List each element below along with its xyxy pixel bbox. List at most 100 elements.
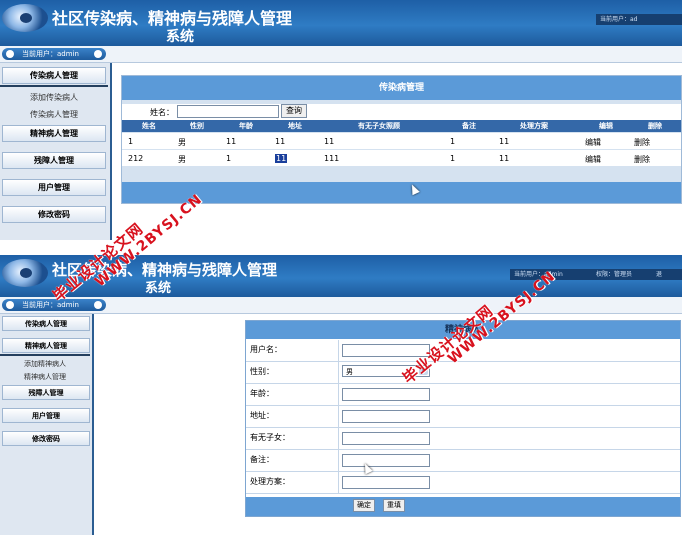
- sidebar-sub-manage-mental[interactable]: 精神病人管理: [0, 371, 90, 383]
- table-cell: 212: [128, 154, 144, 163]
- column-header: 姓名: [142, 122, 156, 130]
- app-title-line2: 系统: [145, 281, 172, 296]
- plan-field[interactable]: [342, 476, 430, 489]
- edit-link[interactable]: 编辑: [585, 154, 601, 165]
- divider: [338, 340, 339, 361]
- divider: [338, 362, 339, 383]
- table-caption: 传染病管理: [122, 76, 681, 100]
- sidebar-item-infectious[interactable]: 传染病人管理: [2, 67, 106, 84]
- column-header: 编辑: [599, 122, 613, 130]
- table-cell: 11: [275, 137, 286, 146]
- infectious-table-panel: 传染病管理 姓名： 查询 姓名 性别 年龄 地址 有无子女照顾 备注 处理方案 …: [121, 75, 682, 204]
- sidebar-item-mental[interactable]: 精神病人管理: [2, 125, 106, 142]
- remark-field[interactable]: [342, 454, 430, 467]
- divider: [338, 428, 339, 449]
- column-header: 性别: [190, 122, 204, 130]
- column-header: 地址: [288, 122, 302, 130]
- form-row: 地址：: [246, 406, 680, 428]
- sidebar-item-mental[interactable]: 精神病人管理: [2, 338, 90, 353]
- user-bar: 当前用户：admin: [0, 297, 682, 314]
- home-icon: [6, 301, 14, 309]
- divider: [338, 472, 339, 493]
- table-cell: 1: [128, 137, 134, 146]
- table-header: 姓名 性别 年龄 地址 有无子女照顾 备注 处理方案 编辑 删除: [122, 120, 681, 132]
- permission-tag: 权限：管理员: [592, 269, 654, 280]
- column-header: 处理方案: [520, 122, 548, 130]
- sidebar-item-users[interactable]: 用户管理: [2, 408, 90, 423]
- column-header: 删除: [648, 122, 662, 130]
- sidebar-item-infectious[interactable]: 传染病人管理: [2, 316, 90, 331]
- app-title-line2: 系统: [166, 29, 194, 45]
- children-field[interactable]: [342, 432, 430, 445]
- reset-button[interactable]: 重填: [383, 499, 405, 512]
- table-cell: 11: [226, 137, 237, 146]
- username-label: 用户名：: [250, 345, 282, 354]
- refresh-icon: [94, 50, 102, 58]
- table-cell: 11: [499, 137, 510, 146]
- divider: [0, 85, 108, 87]
- gender-label: 性别：: [250, 367, 274, 376]
- table-cell: 11: [499, 154, 510, 163]
- divider: [338, 406, 339, 427]
- table-cell: 1: [226, 154, 232, 163]
- sidebar-sub-add-infectious[interactable]: 添加传染病人: [0, 91, 108, 105]
- table-cell: 1: [450, 137, 456, 146]
- logo-icon: [2, 259, 48, 287]
- search-button[interactable]: 查询: [281, 104, 307, 118]
- gender-value: 男: [346, 368, 353, 376]
- remark-label: 备注：: [250, 455, 274, 464]
- user-label: 当前用户：admin: [22, 301, 79, 309]
- screenshot-panel-1: 社区传染病、精神病与残障人管理 系统 当前用户：ad 当前用户：admin 传染…: [0, 0, 682, 240]
- user-tab: 当前用户：admin: [2, 48, 106, 60]
- table-row: 1 男 11 11 11 1 11 编辑 删除: [122, 133, 681, 149]
- form-row: 处理方案：: [246, 472, 680, 494]
- sidebar-item-users[interactable]: 用户管理: [2, 179, 106, 196]
- sidebar: 传染病人管理 精神病人管理 添加精神病人 精神病人管理 残障人管理 用户管理 修…: [0, 314, 94, 535]
- logo-icon: [2, 4, 48, 32]
- sidebar-item-disabled[interactable]: 残障人管理: [2, 385, 90, 400]
- divider: [338, 450, 339, 471]
- header-banner: 社区传染病、精神病与残障人管理 系统 当前用户：ad: [0, 0, 682, 46]
- divider: [0, 354, 90, 356]
- divider: [338, 384, 339, 405]
- address-label: 地址：: [250, 411, 274, 420]
- age-field[interactable]: [342, 388, 430, 401]
- form-row: 性别： 男 ▼: [246, 362, 680, 384]
- column-header: 有无子女照顾: [358, 122, 400, 130]
- plan-label: 处理方案：: [250, 477, 290, 486]
- form-footer: 确定 重填: [246, 497, 680, 516]
- table-cell: 男: [178, 155, 186, 164]
- search-input[interactable]: [177, 105, 279, 118]
- form-row: 年龄：: [246, 384, 680, 406]
- screenshot-panel-2: 社区传染病、精神病与残障人管理 系统 当前用户：admin 权限：管理员 退 当…: [0, 255, 682, 535]
- delete-link[interactable]: 删除: [634, 154, 650, 165]
- sidebar-sub-manage-infectious[interactable]: 传染病人管理: [0, 108, 108, 122]
- user-bar: 当前用户：admin: [0, 46, 682, 63]
- current-user-tag: 当前用户：ad: [596, 14, 682, 25]
- table-cell-selected: 11: [275, 154, 288, 163]
- table-cell: 男: [178, 138, 186, 147]
- form-row: 备注：: [246, 450, 680, 472]
- age-label: 年龄：: [250, 389, 274, 398]
- edit-link[interactable]: 编辑: [585, 137, 601, 148]
- user-label: 当前用户：admin: [22, 50, 79, 58]
- confirm-button[interactable]: 确定: [353, 499, 375, 512]
- search-bar: 姓名： 查询: [122, 104, 681, 120]
- table-footer: [122, 182, 681, 203]
- form-row: 有无子女：: [246, 428, 680, 450]
- table-row: 212 男 1 11 111 1 11 编辑 删除: [122, 150, 681, 166]
- table-cell: 1: [450, 154, 456, 163]
- table-cell: 111: [324, 154, 340, 163]
- sidebar-sub-add-mental[interactable]: 添加精神病人: [0, 358, 90, 370]
- sidebar-item-password[interactable]: 修改密码: [2, 431, 90, 446]
- delete-link[interactable]: 删除: [634, 137, 650, 148]
- address-field[interactable]: [342, 410, 430, 423]
- refresh-icon: [94, 301, 102, 309]
- search-label: 姓名：: [150, 108, 174, 117]
- user-tab: 当前用户：admin: [2, 299, 106, 311]
- logout-link[interactable]: 退: [652, 269, 682, 280]
- table-cell: 11: [324, 137, 335, 146]
- column-header: 备注: [462, 122, 476, 130]
- sidebar-item-disabled[interactable]: 残障人管理: [2, 152, 106, 169]
- sidebar-item-password[interactable]: 修改密码: [2, 206, 106, 223]
